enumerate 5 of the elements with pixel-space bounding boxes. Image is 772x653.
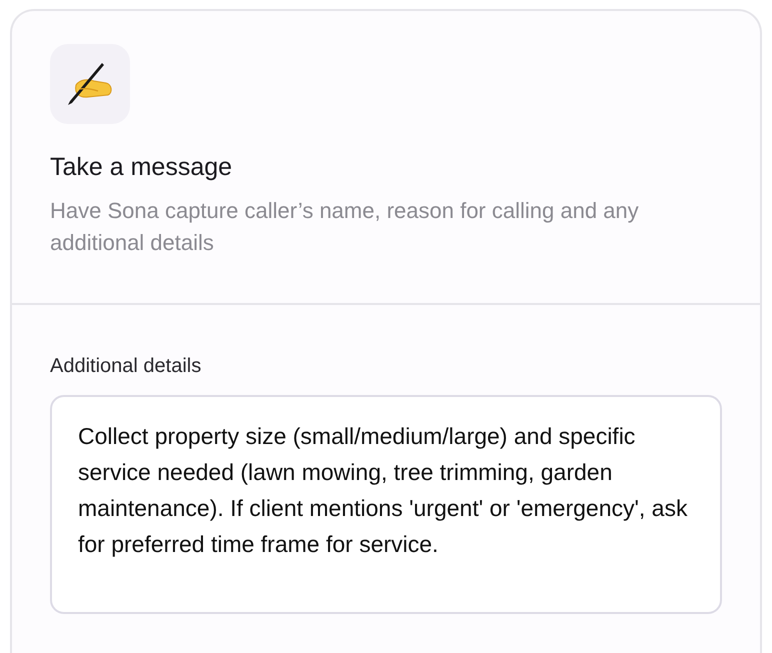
card-description: Have Sona capture caller’s name, reason for calling and any additional details: [50, 197, 640, 257]
writing-hand-icon: [66, 61, 114, 107]
field-label: Additional details: [50, 354, 202, 379]
card-title: Take a message: [50, 152, 232, 183]
additional-details-field[interactable]: Collect property size (small/medium/large) and specific service needed (lawn mowing, tree trimming, garden maintenance). If client mentions 'urgent' or 'emergency', ask for preferred time frame for service.: [50, 395, 722, 614]
